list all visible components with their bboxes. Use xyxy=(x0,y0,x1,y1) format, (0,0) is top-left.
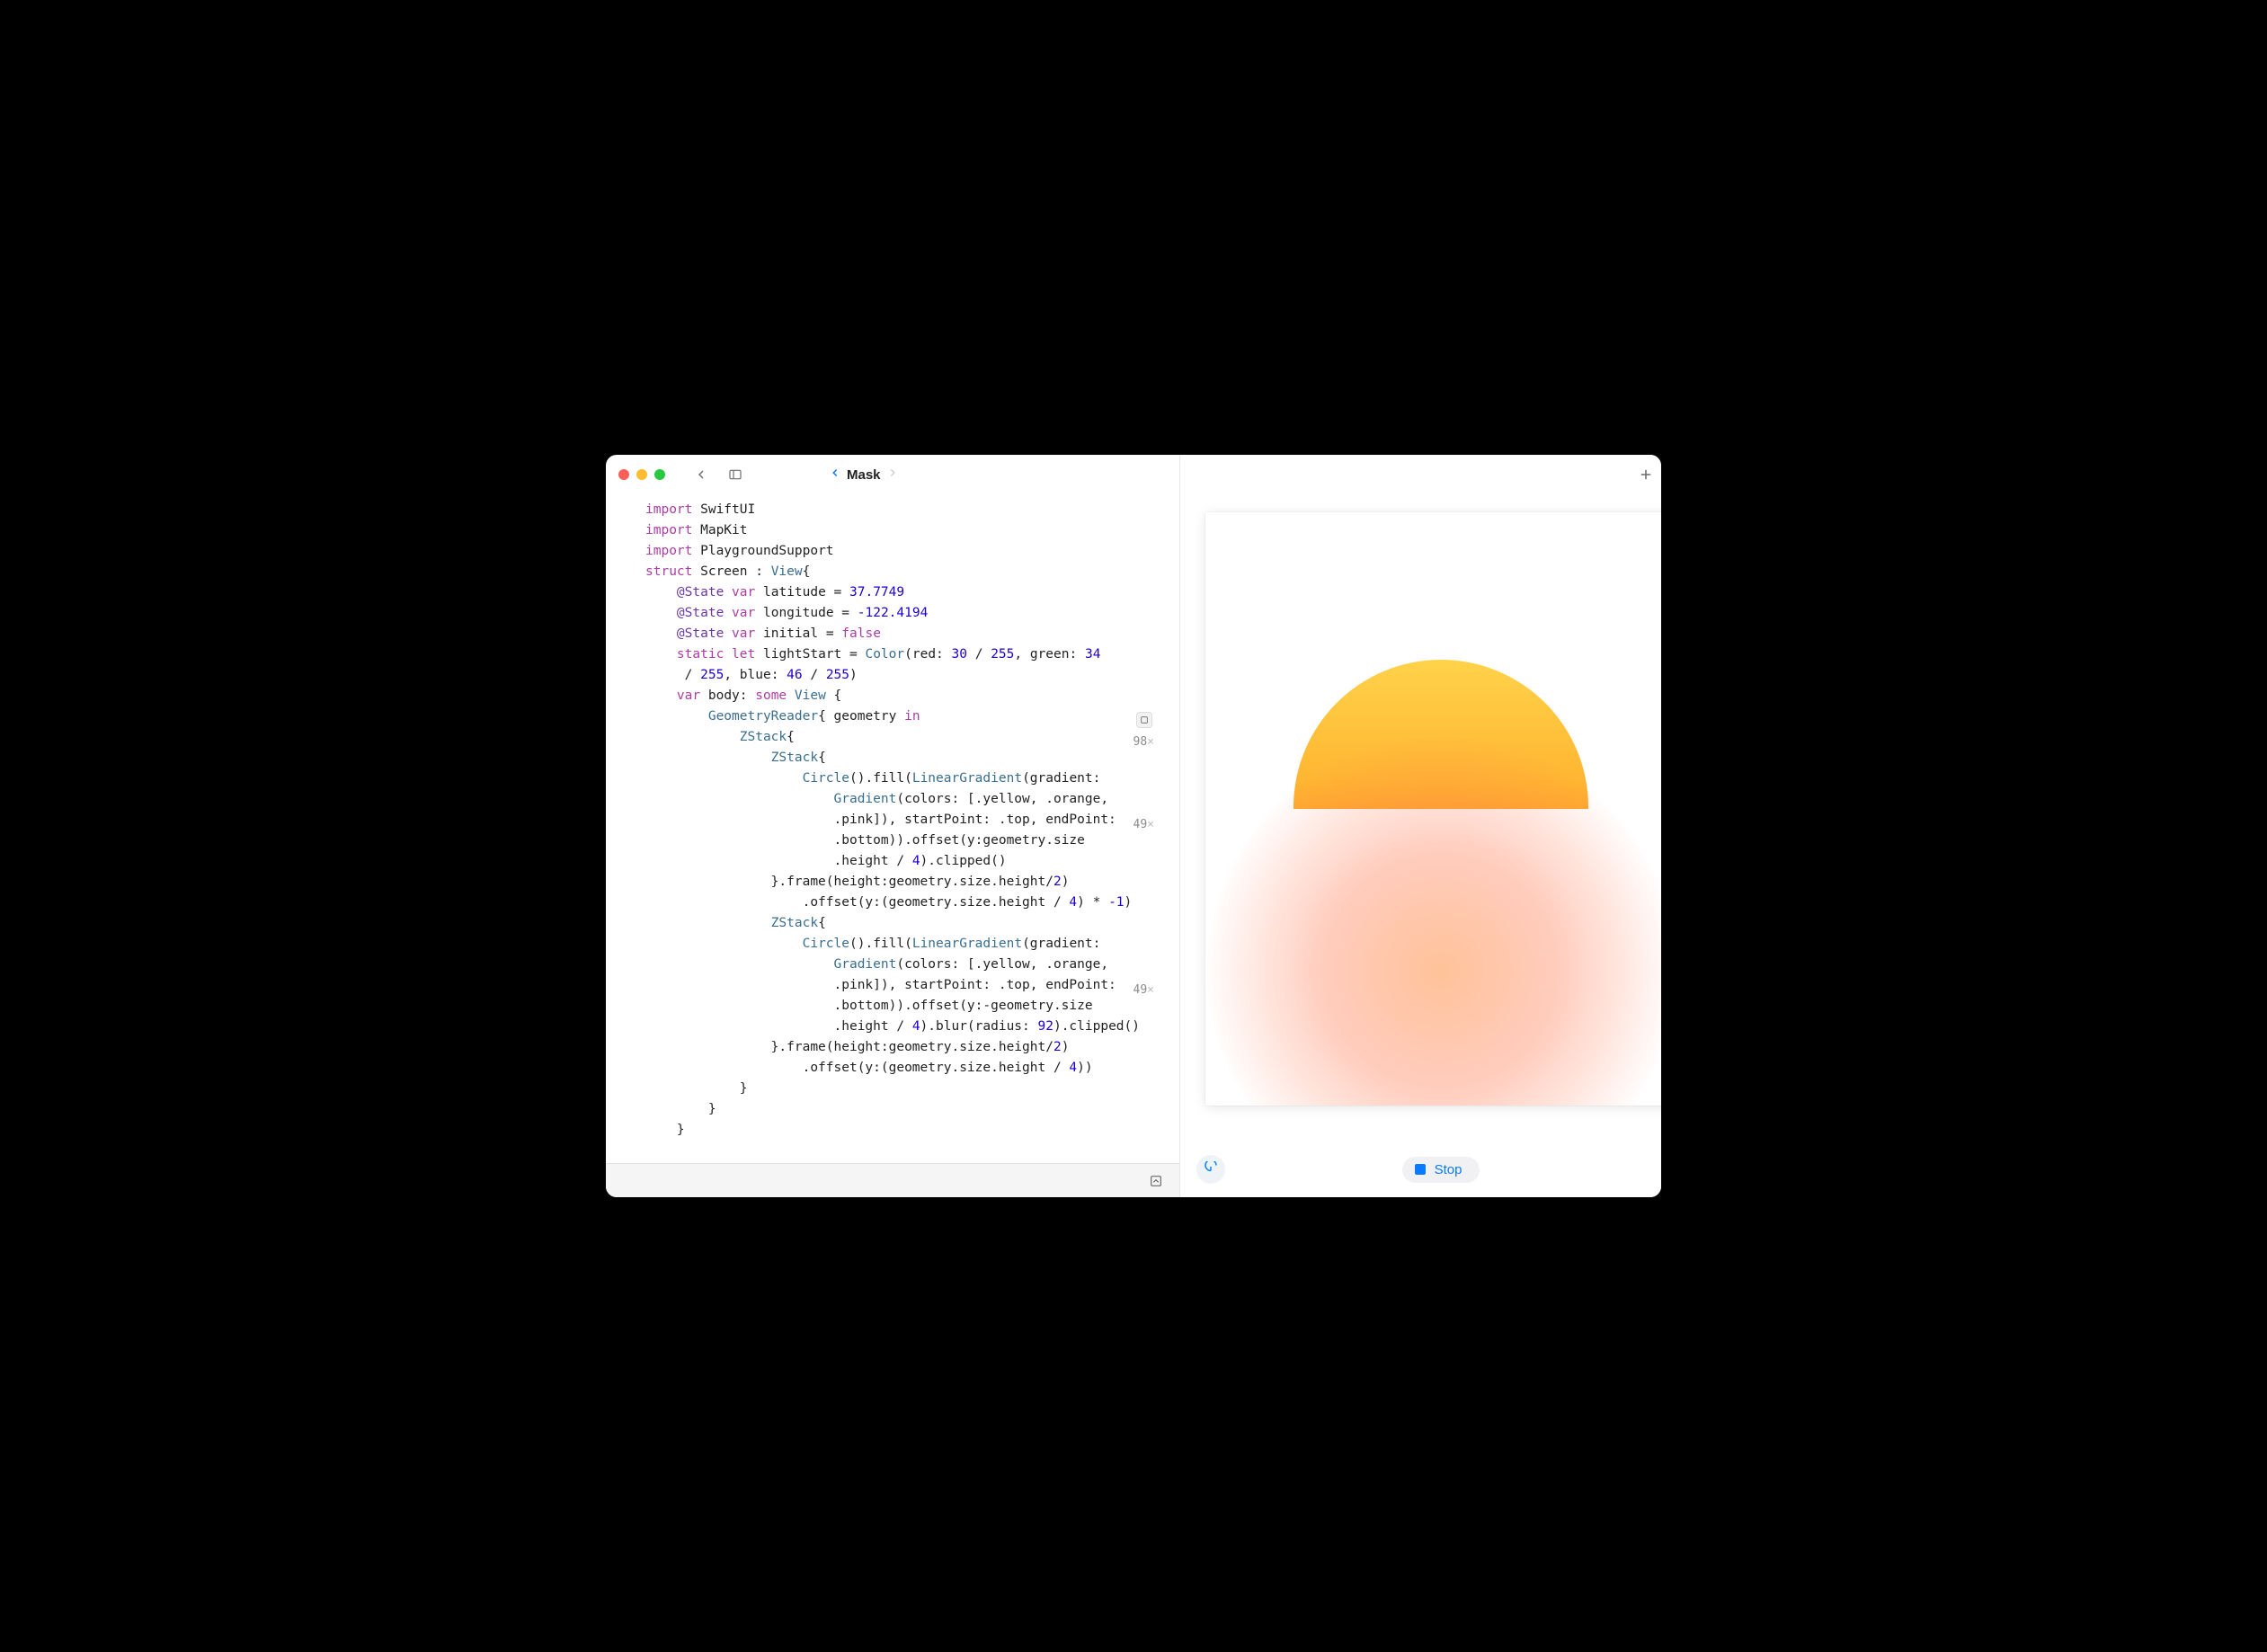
preview-pane: Stop xyxy=(1180,455,1661,1197)
stop-button-label: Stop xyxy=(1435,1162,1462,1177)
zoom-window-button[interactable] xyxy=(654,469,665,480)
live-preview-canvas xyxy=(1205,512,1661,1106)
code-editor[interactable]: import SwiftUI import MapKit import Play… xyxy=(606,494,1179,1163)
nav-back-button[interactable] xyxy=(689,463,714,486)
playgrounds-window: Mask import SwiftUI import MapKit import… xyxy=(606,455,1661,1197)
add-button[interactable] xyxy=(1637,466,1655,484)
window-controls xyxy=(618,469,665,480)
breadcrumb[interactable]: Mask xyxy=(829,466,899,484)
inline-result-badge[interactable] xyxy=(1136,712,1152,728)
execution-count: 49× xyxy=(1134,818,1154,831)
run-bar: Stop xyxy=(1180,1141,1661,1197)
execution-count: 49× xyxy=(1134,983,1154,997)
live-preview-stage xyxy=(1180,494,1661,1141)
source-code[interactable]: import SwiftUI import MapKit import Play… xyxy=(606,500,1179,1141)
preview-horizon xyxy=(1205,809,1661,1106)
editor-status-bar xyxy=(606,1163,1179,1197)
results-panel-toggle-icon[interactable] xyxy=(1145,1170,1167,1192)
chevron-right-icon xyxy=(886,466,899,484)
preview-toolbar xyxy=(1180,455,1661,494)
chevron-left-icon xyxy=(829,466,841,484)
stop-button[interactable]: Stop xyxy=(1402,1157,1480,1183)
performance-gauge-button[interactable] xyxy=(1196,1155,1225,1184)
stop-icon xyxy=(1415,1164,1426,1175)
execution-count: 98× xyxy=(1134,735,1154,749)
editor-toolbar: Mask xyxy=(606,455,1179,494)
minimize-window-button[interactable] xyxy=(636,469,647,480)
editor-pane: Mask import SwiftUI import MapKit import… xyxy=(606,455,1180,1197)
sidebar-toggle-button[interactable] xyxy=(723,463,748,486)
close-window-button[interactable] xyxy=(618,469,629,480)
page-title: Mask xyxy=(847,467,881,483)
